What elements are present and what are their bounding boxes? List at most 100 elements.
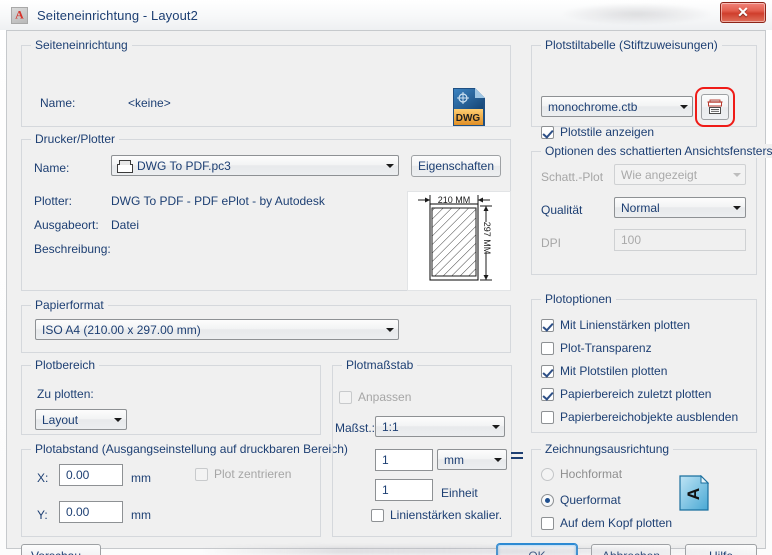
checkbox-box: [541, 364, 554, 378]
output-location-label: Ausgabeort:: [34, 218, 99, 232]
quality-value: Normal: [621, 200, 660, 215]
checkbox-box: [541, 341, 554, 355]
orientation-landscape-radio[interactable]: Querformat: [541, 493, 621, 507]
quality-label: Qualität: [541, 203, 583, 217]
printer-properties-button[interactable]: Eigenschaften: [411, 155, 501, 177]
checkbox-box: [339, 390, 352, 404]
radio-dot: [541, 467, 554, 481]
chevron-down-icon: [381, 327, 398, 332]
scale-combo[interactable]: 1:1: [375, 416, 505, 437]
title-bar: A Seiteneinrichtung - Layout2 ✕: [0, 0, 772, 30]
output-location-value: Datei: [111, 218, 140, 232]
plot-option-label: Papierbereich zuletzt plotten: [560, 387, 712, 401]
svg-text:DWG: DWG: [456, 113, 481, 124]
plot-option-plotstyles[interactable]: Mit Plotstilen plotten: [541, 364, 667, 378]
plot-option-label: Plot-Transparenz: [560, 341, 652, 355]
chevron-down-icon: [109, 417, 126, 422]
plot-option-transparency[interactable]: Plot-Transparenz: [541, 341, 652, 355]
plot-style-table-combo[interactable]: monochrome.ctb: [541, 96, 693, 117]
fit-to-paper-checkbox[interactable]: Anpassen: [339, 390, 411, 404]
scale-denominator-input[interactable]: [375, 479, 433, 501]
titlebar-glow: [562, 3, 712, 25]
plot-style-table-value: monochrome.ctb: [548, 99, 638, 114]
page-setup-dialog: A Seiteneinrichtung - Layout2 ✕ Seitenei…: [0, 0, 772, 555]
plot-offset-y-label: Y:: [37, 508, 48, 522]
scale-lineweights-checkbox[interactable]: Linienstärken skalier.: [371, 508, 502, 522]
chevron-down-icon: [675, 104, 692, 109]
window-title: Seiteneinrichtung - Layout2: [37, 7, 198, 23]
plot-style-edit-icon: [707, 99, 723, 114]
page-setup-group: Seiteneinrichtung: [21, 38, 511, 127]
preview-button[interactable]: Vorschau...: [21, 544, 101, 555]
plot-option-label: Papierbereichobjekte ausblenden: [560, 410, 739, 424]
close-button[interactable]: ✕: [720, 2, 766, 23]
chevron-down-icon: [728, 172, 745, 177]
dpi-label: DPI: [541, 236, 562, 250]
chevron-down-icon: [489, 457, 506, 462]
scale-unit-combo[interactable]: mm: [437, 449, 507, 470]
plot-style-edit-button[interactable]: [701, 94, 729, 120]
plot-option-lineweights[interactable]: Mit Linienstärken plotten: [541, 318, 690, 332]
printer-name-value: DWG To PDF.pc3: [137, 158, 231, 173]
orientation-upside-down-label: Auf dem Kopf plotten: [560, 516, 673, 530]
checkbox-box: [541, 318, 554, 332]
printer-name-label: Name:: [34, 161, 70, 175]
plot-style-table-group-title: Plotstiltabelle (Stiftzuweisungen): [541, 38, 722, 52]
display-plot-styles-checkbox[interactable]: Plotstile anzeigen: [541, 125, 654, 139]
plot-option-paperspace-last[interactable]: Papierbereich zuletzt plotten: [541, 387, 711, 401]
plot-area-what-combo[interactable]: Layout: [35, 409, 127, 430]
chevron-down-icon: [728, 205, 745, 210]
scale-value: 1:1: [382, 419, 399, 434]
paper-size-preview: 210 MM 297 MM: [407, 191, 511, 291]
plot-area-what-label: Zu plotten:: [37, 387, 94, 401]
autocad-a-icon: A: [11, 6, 28, 24]
shade-plot-label: Schatt.-Plot: [541, 170, 604, 184]
paper-format-value: ISO A4 (210.00 x 297.00 mm): [42, 322, 201, 337]
landscape-page-icon: A: [679, 475, 709, 511]
scale-lineweights-label: Linienstärken skalier.: [390, 508, 503, 522]
shaded-viewport-group-title: Optionen des schattierten Ansichtsfenste…: [541, 144, 772, 158]
plot-option-hide-paperspace-objects[interactable]: Papierbereichobjekte ausblenden: [541, 410, 738, 424]
plot-area-group-title: Plotbereich: [31, 358, 100, 372]
paper-format-group-title: Papierformat: [31, 298, 108, 312]
window-bottom-shadow: [200, 547, 760, 555]
paper-width-text: 210 MM: [438, 195, 471, 205]
display-plot-styles-label: Plotstile anzeigen: [560, 125, 655, 139]
center-plot-label: Plot zentrieren: [214, 467, 292, 481]
plot-options-group-title: Plotoptionen: [541, 292, 616, 306]
paper-format-combo[interactable]: ISO A4 (210.00 x 297.00 mm): [35, 319, 399, 340]
quality-combo[interactable]: Normal: [614, 197, 746, 218]
shade-plot-combo: Wie angezeigt: [614, 164, 746, 185]
plot-offset-x-input[interactable]: [59, 464, 123, 486]
svg-text:A: A: [684, 488, 703, 500]
orientation-portrait-radio[interactable]: Hochformat: [541, 467, 622, 481]
printer-name-combo[interactable]: DWG To PDF.pc3: [111, 155, 399, 176]
plot-offset-x-label: X:: [37, 471, 49, 485]
dwg-file-icon: DWG: [453, 88, 485, 126]
plot-offset-group-title: Plotabstand (Ausgangseinstellung auf dru…: [31, 442, 352, 456]
plotter-value: DWG To PDF - PDF ePlot - by Autodesk: [111, 194, 325, 208]
plot-scale-group-title: Plotmaßstab: [342, 358, 418, 372]
radio-dot: [541, 493, 554, 507]
scale-unit-value: mm: [444, 452, 464, 467]
plotter-label: Plotter:: [34, 194, 73, 208]
dialog-client-area: Seiteneinrichtung Name: <keine> DWG Druc…: [6, 30, 772, 555]
plot-option-label: Mit Linienstärken plotten: [560, 318, 691, 332]
orientation-upside-down-checkbox[interactable]: Auf dem Kopf plotten: [541, 516, 672, 530]
center-plot-checkbox[interactable]: Plot zentrieren: [195, 467, 291, 481]
plot-area-what-value: Layout: [42, 412, 79, 427]
paper-height-text: 297 MM: [482, 222, 492, 255]
plot-offset-y-input[interactable]: [59, 501, 123, 523]
printer-plotter-group-title: Drucker/Plotter: [31, 132, 120, 146]
plot-offset-x-unit: mm: [131, 471, 151, 485]
plot-option-label: Mit Plotstilen plotten: [560, 364, 668, 378]
scale-numerator-input[interactable]: [375, 449, 433, 471]
scale-label: Maßst.:: [335, 421, 376, 435]
fit-to-paper-label: Anpassen: [358, 390, 412, 404]
checkbox-box: [541, 516, 554, 530]
checkbox-box: [541, 125, 554, 139]
page-setup-group-title: Seiteneinrichtung: [31, 38, 132, 52]
orientation-group-title: Zeichnungsausrichtung: [541, 442, 674, 456]
plotter-icon: [117, 159, 133, 173]
dpi-input: [614, 229, 746, 251]
